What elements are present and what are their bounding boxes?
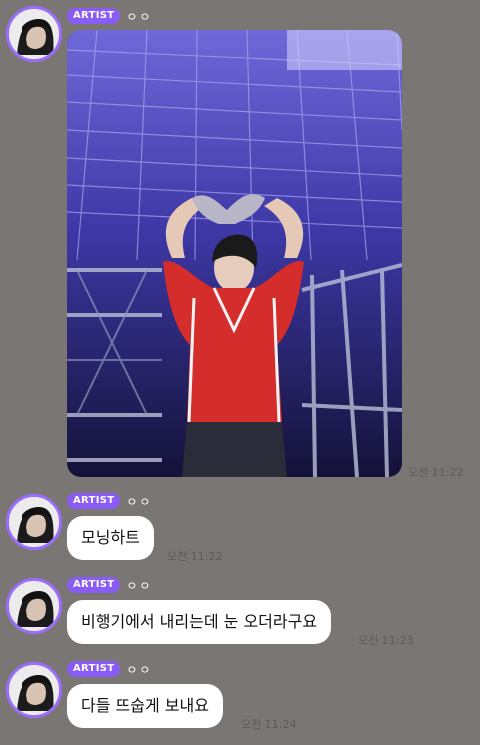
- message-item: ARTIST ㅇㅇ 비행기에서 내리는데 눈 오더라구요 오전 11:23: [0, 572, 480, 652]
- sender-name: ㅇㅇ: [126, 662, 153, 677]
- message-bubble[interactable]: 비행기에서 내리는데 눈 오더라구요: [67, 600, 332, 644]
- message-bubble[interactable]: 모닝하트: [67, 516, 154, 560]
- artist-badge: ARTIST: [67, 577, 121, 593]
- message-bubble[interactable]: 다들 뜨숩게 보내요: [67, 684, 223, 728]
- timestamp: 오전 11:23: [358, 634, 414, 647]
- artist-badge: ARTIST: [67, 661, 121, 677]
- avatar[interactable]: [6, 662, 62, 718]
- message-item: ARTIST ㅇㅇ 다들 뜨숩게 보내요 오전 11:24: [0, 656, 480, 745]
- stage-photo-image: [67, 30, 402, 477]
- avatar[interactable]: [6, 578, 62, 634]
- avatar[interactable]: [6, 494, 62, 550]
- message-item: ARTIST ㅇㅇ 모닝하트 오전 11:22: [0, 488, 480, 568]
- sender-row: ARTIST ㅇㅇ: [67, 661, 152, 677]
- timestamp: 오전 11:22: [167, 550, 223, 563]
- artist-badge: ARTIST: [67, 493, 121, 509]
- sender-row: ARTIST ㅇㅇ: [67, 577, 152, 593]
- artist-badge: ARTIST: [67, 8, 121, 24]
- timestamp: 오전 11:24: [241, 718, 297, 731]
- avatar[interactable]: [6, 6, 62, 62]
- sender-name: ㅇㅇ: [126, 578, 153, 593]
- sender-name: ㅇㅇ: [126, 494, 153, 509]
- photo-message[interactable]: [67, 30, 402, 477]
- sender-row: ARTIST ㅇㅇ: [67, 8, 152, 24]
- message-item: ARTIST ㅇㅇ 오전 11:22: [0, 0, 480, 480]
- timestamp: 오전 11:22: [408, 466, 464, 479]
- sender-name: ㅇㅇ: [126, 9, 153, 24]
- sender-row: ARTIST ㅇㅇ: [67, 493, 152, 509]
